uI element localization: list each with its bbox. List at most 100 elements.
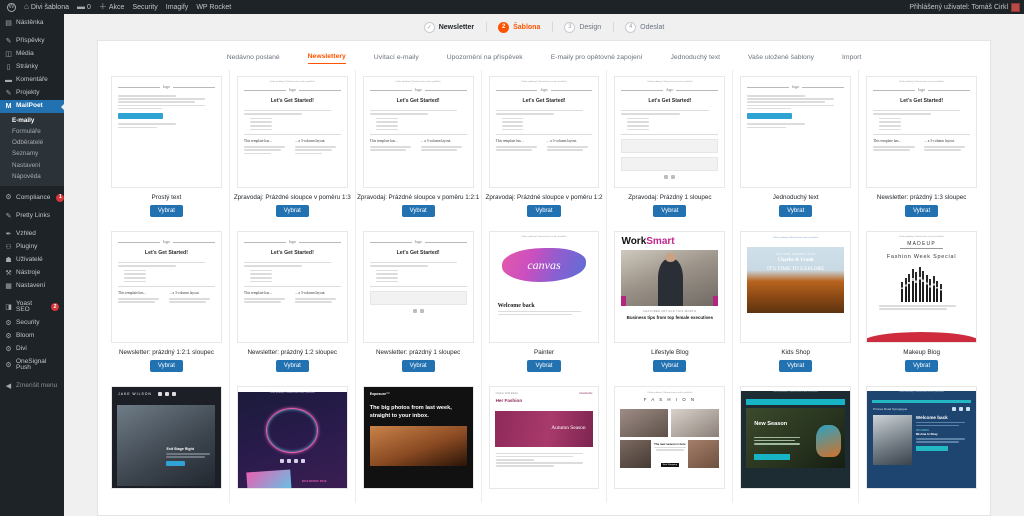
sidebar-subitem-nastaveni[interactable]: Nastavení <box>0 160 64 171</box>
template-card[interactable]: Potíže problémy? Zobrazit tento e-mail v… <box>607 380 734 503</box>
sidebar-submenu-mailpoet[interactable]: E-maily Formuláře Odběratelé Seznamy Nas… <box>0 113 64 186</box>
template-thumbnail[interactable]: Potíže problémy? Zobrazit tento e-mail v… <box>236 76 348 188</box>
adminbar-item-wp-rocket[interactable]: WP Rocket <box>192 0 235 14</box>
sidebar-item-bloom[interactable]: ⚙ Bloom <box>0 330 64 343</box>
sidebar-item-mailpoet[interactable]: M MailPoet <box>0 100 64 113</box>
select-template-button[interactable]: Vybrat <box>275 360 309 372</box>
template-card[interactable]: logo Jednoduchý text Vybrat <box>733 70 860 225</box>
sidebar-subitem-napoveda[interactable]: Nápověda <box>0 171 64 182</box>
select-template-button[interactable]: Vybrat <box>149 205 183 217</box>
sidebar-item-collapse-menu[interactable]: ◀ Zmenšit menu <box>0 380 64 393</box>
select-template-button[interactable]: Vybrat <box>527 205 561 217</box>
select-template-button[interactable]: Vybrat <box>653 360 687 372</box>
step-sablona[interactable]: 2 Šablona <box>486 21 552 33</box>
sidebar-item-pluginy[interactable]: ⚇ Pluginy <box>0 241 64 254</box>
step-design[interactable]: 3 Design <box>552 21 613 33</box>
select-template-button[interactable]: Vybrat <box>905 205 939 217</box>
template-category-tabs[interactable]: Nedávno poslané Newslettery Uvítací e-ma… <box>98 41 990 70</box>
template-thumbnail[interactable]: logo <box>111 76 222 188</box>
wp-admin-bar[interactable]: W ⌂ Divi šablona ▬ 0 ＋ Akce Security Ima… <box>0 0 1024 14</box>
template-thumbnail[interactable]: logo Let's Get Started! <box>362 231 474 343</box>
template-card[interactable]: logo Let's Get Started! Newsletter: práz… <box>356 225 482 380</box>
fashion-cta-button[interactable]: Start Shopping <box>660 462 680 467</box>
unsubscribe-link[interactable]: Unsubscribe <box>579 392 592 395</box>
template-card[interactable]: Potíže problémy? Zobrazit tento e-mail v… <box>733 225 860 380</box>
template-card[interactable]: JAKE WILSON Exit Stage Right <box>104 380 230 503</box>
sidebar-item-nastaveni[interactable]: ▦ Nastavení <box>0 280 64 293</box>
template-card[interactable]: logo Let's Get Started! This template ha… <box>230 225 356 380</box>
new-content-button[interactable]: ＋ Akce <box>95 0 129 14</box>
sidebar-subitem-seznamy[interactable]: Seznamy <box>0 149 64 160</box>
template-thumbnail[interactable]: Exposure™ The big photos from last week,… <box>362 386 474 489</box>
template-thumbnail[interactable]: Potíže problémy? Zobrazit tento e-mail v… <box>362 76 474 188</box>
tab-vase-ulozene-sablony[interactable]: Vaše uložené šablony <box>748 54 814 64</box>
select-template-button[interactable]: Vybrat <box>779 205 813 217</box>
select-template-button[interactable]: Vybrat <box>275 205 309 217</box>
template-card[interactable]: Potíže problémy? Zobrazit tento e-mail v… <box>482 225 608 380</box>
sidebar-item-prispevky[interactable]: ✎ Příspěvky <box>0 35 64 48</box>
tab-newslettery[interactable]: Newslettery <box>307 53 346 64</box>
template-card[interactable]: Potíže problémy? Zobrazit tento e-mail v… <box>356 70 482 225</box>
admin-sidebar[interactable]: ▤ Nástěnka ✎ Příspěvky ◫ Média ▯ Stránky… <box>0 14 64 516</box>
template-thumbnail[interactable]: Potíže problémy? Zobrazit tento e-mail v… <box>866 386 978 489</box>
template-card[interactable]: logo Let's Get Started! This template ha… <box>104 225 230 380</box>
sidebar-item-nastenka[interactable]: ▤ Nástěnka <box>0 17 64 30</box>
template-thumbnail[interactable]: logo <box>740 76 852 188</box>
sidebar-item-yoast-seo[interactable]: ◨ Yoast SEO 2 <box>0 298 64 317</box>
template-card[interactable]: Potíže problémy? Zobrazit tento e-mail v… <box>859 225 984 380</box>
sidebar-item-komentare[interactable]: ▬ Komentáře <box>0 74 64 87</box>
template-thumbnail[interactable]: Potíže problémy? Zobrazit tento e-mail v… <box>740 386 852 489</box>
template-card[interactable]: Potíže problémy? Zobrazit tento e-mail v… <box>859 380 984 503</box>
site-name-button[interactable]: ⌂ Divi šablona <box>20 0 73 14</box>
adminbar-item-imagify[interactable]: Imagify <box>162 0 193 14</box>
select-template-button[interactable]: Vybrat <box>401 360 435 372</box>
template-thumbnail[interactable]: Potíže problémy? Zobrazit tento e-mail v… <box>614 76 726 188</box>
template-thumbnail[interactable]: October 2019 Edition Unsubscribe Her Fas… <box>488 386 600 489</box>
template-thumbnail[interactable]: JAKE WILSON Exit Stage Right <box>111 386 222 489</box>
sidebar-subitem-odberatele[interactable]: Odběratelé <box>0 138 64 149</box>
sidebar-subitem-emaily[interactable]: E-maily <box>0 115 64 126</box>
sidebar-item-pretty-links[interactable]: ✎ Pretty Links <box>0 210 64 223</box>
template-card[interactable]: Potíže problémy? Zobrazit tento e-mail v… <box>230 380 356 503</box>
template-thumbnail[interactable]: Potíže problémy? Zobrazit tento e-mail v… <box>614 386 726 489</box>
template-card[interactable]: Potíže problémy? Zobrazit tento e-mail v… <box>230 70 356 225</box>
sidebar-item-media[interactable]: ◫ Média <box>0 48 64 61</box>
select-template-button[interactable]: Vybrat <box>779 360 813 372</box>
sidebar-item-divi[interactable]: ⚙ Divi <box>0 343 64 356</box>
template-card[interactable]: WorkSmart FEATURED ARTICLE THIS MONTH Bu… <box>607 225 734 380</box>
account-menu[interactable]: Přihlášený uživatel: Tomáš Cirkl <box>909 2 1024 12</box>
sidebar-item-compliance[interactable]: ⚙ Compliance 1 <box>0 191 64 205</box>
tab-emaily-pro-opetovne-zapojeni[interactable]: E-maily pro opětovné zapojení <box>551 54 643 64</box>
template-thumbnail[interactable]: Potíže problémy? Zobrazit tento e-mail v… <box>866 76 978 188</box>
tab-uvitaci-emaily[interactable]: Uvítací e-maily <box>374 54 419 64</box>
template-card[interactable]: Exposure™ The big photos from last week,… <box>356 380 482 503</box>
select-template-button[interactable]: Vybrat <box>527 360 561 372</box>
step-newsletter[interactable]: ✓ Newsletter <box>412 21 486 33</box>
comments-button[interactable]: ▬ 0 <box>73 0 95 14</box>
tab-import[interactable]: Import <box>842 54 861 64</box>
wp-logo-button[interactable]: W <box>3 0 20 14</box>
template-grid[interactable]: logo Prostý text Vybrat Potíže problémy?… <box>98 70 990 515</box>
select-template-button[interactable]: Vybrat <box>653 205 687 217</box>
template-card[interactable]: Potíže problémy? Zobrazit tento e-mail v… <box>607 70 734 225</box>
sidebar-item-stranky[interactable]: ▯ Stránky <box>0 61 64 74</box>
template-thumbnail[interactable]: Potíže problémy? Zobrazit tento e-mail v… <box>740 231 852 343</box>
sidebar-subitem-formulare[interactable]: Formuláře <box>0 126 64 137</box>
template-thumbnail[interactable]: WorkSmart FEATURED ARTICLE THIS MONTH Bu… <box>614 231 726 343</box>
sidebar-item-onesignal-push[interactable]: ⚙ OneSignal Push <box>0 356 64 375</box>
tab-jednoduchy-text[interactable]: Jednoduchý text <box>671 54 721 64</box>
template-thumbnail[interactable]: logo Let's Get Started! This template ha… <box>111 231 222 343</box>
adminbar-item-security[interactable]: Security <box>128 0 161 14</box>
sidebar-item-security[interactable]: ⚙ Security <box>0 317 64 330</box>
sidebar-item-projekty[interactable]: ✎ Projekty <box>0 87 64 100</box>
template-thumbnail[interactable]: Potíže problémy? Zobrazit tento e-mail v… <box>866 231 978 343</box>
template-thumbnail[interactable]: Potíže problémy? Zobrazit tento e-mail v… <box>488 76 600 188</box>
template-card[interactable]: Potíže problémy? Zobrazit tento e-mail v… <box>859 70 984 225</box>
step-odeslat[interactable]: 4 Odeslat <box>613 21 676 33</box>
sidebar-item-vzhled[interactable]: ✒ Vzhled <box>0 228 64 241</box>
template-thumbnail[interactable]: Potíže problémy? Zobrazit tento e-mail v… <box>488 231 600 343</box>
tab-upozorneni-na-prispevek[interactable]: Upozornění na příspěvek <box>447 54 523 64</box>
template-card[interactable]: Potíže problémy? Zobrazit tento e-mail v… <box>482 70 608 225</box>
tab-nedavno-poslane[interactable]: Nedávno poslané <box>227 54 280 64</box>
template-card[interactable]: Potíže problémy? Zobrazit tento e-mail v… <box>733 380 860 503</box>
